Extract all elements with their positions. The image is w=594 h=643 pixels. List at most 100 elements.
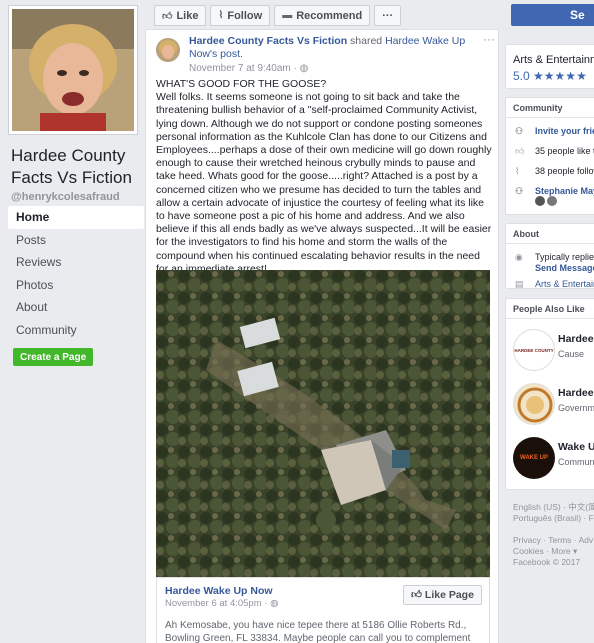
nav-item-reviews[interactable]: Reviews — [8, 251, 144, 274]
page-handle[interactable]: @henrykcolesafraud — [11, 191, 120, 203]
post-author-avatar[interactable] — [156, 38, 180, 62]
suggested-page-thumb[interactable]: WAKE UP — [513, 437, 555, 479]
send-message-link[interactable]: Send Message — [506, 263, 594, 274]
shared-post-attachment[interactable]: Hardee Wake Up Now November 6 at 4:05pm … — [156, 577, 490, 643]
more-button[interactable]: ··· — [374, 5, 402, 26]
thumbs-up-icon: 👍︎ — [162, 10, 173, 22]
globe-icon: ◍ — [270, 598, 279, 609]
left-column: Hardee County Facts Vs Fiction @henrykco… — [0, 0, 146, 643]
like-page-label: Like Page — [424, 589, 474, 601]
community-title[interactable]: Community — [506, 98, 594, 118]
friend-avatars — [535, 196, 557, 206]
county-seal-icon — [517, 387, 553, 423]
nav-item-home[interactable]: Home — [8, 206, 144, 229]
community-card: Community ⚇ Invite your friends 👍︎ 35 pe… — [505, 97, 594, 215]
rating-score: 5.0 — [513, 69, 530, 83]
post-time-text: November 7 at 9:40am · — [189, 63, 300, 74]
rating-value[interactable]: 5.0 ★★★★★ — [513, 69, 587, 83]
page-action-bar: 👍︎ Like ⌇ Follow ▬ Recommend ··· — [154, 5, 402, 27]
suggested-page-thumb[interactable] — [513, 383, 555, 425]
about-category-text: Arts & Entertainment — [535, 279, 594, 289]
shared-time-text: November 6 at 4:05pm · — [165, 598, 271, 609]
follows-count-text: 38 people follow this — [535, 166, 594, 176]
nav-item-community[interactable]: Community — [8, 319, 144, 342]
post-title: WHAT'S GOOD FOR THE GOOSE? — [156, 78, 327, 90]
suggested-page-category: Community — [558, 457, 594, 467]
globe-icon: ◍ — [299, 63, 309, 74]
thumbs-up-icon: 👍︎ — [515, 146, 525, 156]
rating-card: Arts & Entertainment 5.0 ★★★★★ — [505, 44, 594, 89]
shared-post-text: Ah Kemosabe, you have nice tepee there a… — [165, 620, 471, 643]
shared-post-timestamp[interactable]: November 6 at 4:05pm · ◍ — [165, 598, 278, 609]
invite-friends-link[interactable]: ⚇ Invite your friends — [506, 126, 594, 137]
comment-icon: ▬ — [282, 10, 293, 21]
more-label: ··· — [382, 9, 394, 22]
like-label: Like — [176, 9, 199, 22]
post-options-menu[interactable]: ··· — [483, 32, 495, 46]
post-author-link[interactable]: Hardee County Facts Vs Fiction — [189, 35, 347, 47]
shared-object-link[interactable]: post. — [217, 48, 243, 60]
nav-item-posts[interactable]: Posts — [8, 229, 144, 252]
suggested-page[interactable]: Hardee C Government — [506, 379, 594, 433]
likes-count-row: 👍︎ 35 people like this — [506, 146, 594, 157]
friend-avatar[interactable] — [547, 196, 557, 206]
invite-friends-text: Invite your friends — [535, 126, 594, 136]
follow-label: Follow — [227, 9, 263, 22]
nav-item-about[interactable]: About — [8, 296, 144, 319]
aerial-photo[interactable] — [156, 270, 490, 577]
like-button[interactable]: 👍︎ Like — [154, 5, 207, 26]
post-header: Hardee County Facts Vs Fiction shared Ha… — [189, 35, 469, 61]
left-nav: Home Posts Reviews Photos About Communit… — [8, 206, 144, 341]
post-card: Hardee County Facts Vs Fiction shared Ha… — [145, 29, 499, 643]
post-body: WHAT'S GOOD FOR THE GOOSE? Well folks. I… — [156, 78, 494, 276]
suggested-page-name[interactable]: Hardee C — [558, 333, 594, 345]
recommend-label: Recommend — [296, 9, 363, 22]
thumbs-up-icon: 👍︎ — [411, 589, 422, 601]
friend-avatar[interactable] — [535, 196, 545, 206]
people-also-like-title: People Also Like — [506, 299, 594, 319]
store-icon: ▤ — [515, 279, 524, 289]
shared-word: shared — [347, 35, 386, 47]
suggested-page-category: Government — [558, 403, 594, 413]
aerial-photo-illustration — [156, 270, 490, 577]
shared-page-name[interactable]: Hardee Wake Up Now — [165, 585, 273, 597]
recommend-button[interactable]: ▬ Recommend — [274, 5, 371, 26]
suggested-page-thumb[interactable]: HARDEE COUNTY — [513, 329, 555, 371]
rss-icon: ⌇ — [515, 166, 520, 176]
people-icon: ⚇ — [515, 186, 524, 196]
language-links-1[interactable]: English (US) · 中文(简 — [513, 502, 594, 513]
star-icons: ★★★★★ — [533, 69, 587, 83]
like-page-button[interactable]: 👍︎ Like Page — [403, 585, 482, 605]
follow-button[interactable]: ⌇ Follow — [210, 5, 271, 26]
thumb-label: WAKE UP — [519, 455, 548, 461]
post-timestamp[interactable]: November 7 at 9:40am · ◍ — [189, 63, 308, 74]
suggested-page-category: Cause — [558, 349, 585, 359]
profile-picture[interactable] — [9, 6, 137, 134]
post-body-text: Well folks. It seems someone is not goin… — [156, 91, 495, 275]
about-title[interactable]: About — [506, 224, 594, 244]
suggested-page-name[interactable]: Wake Up — [558, 441, 594, 453]
copyright: Facebook © 2017 — [513, 557, 581, 567]
friend-name: Stephanie May — [535, 186, 594, 196]
follows-count-row: ⌇ 38 people follow this — [506, 166, 594, 177]
nav-item-photos[interactable]: Photos — [8, 274, 144, 297]
language-links-2[interactable]: Português (Brasil) · F — [513, 513, 594, 524]
footer-links-2[interactable]: Cookies · More ▾ — [513, 546, 594, 557]
thumb-label: HARDEE COUNTY — [514, 347, 554, 353]
suggested-page[interactable]: HARDEE COUNTY Hardee C Cause — [506, 325, 594, 379]
suggested-page-name[interactable]: Hardee C — [558, 387, 594, 399]
suggested-page[interactable]: WAKE UP Wake Up Community — [506, 433, 594, 487]
messenger-icon: ◉ — [515, 252, 523, 262]
footer: English (US) · 中文(简 Português (Brasil) ·… — [513, 502, 594, 568]
people-icon: ⚇ — [515, 126, 524, 136]
avatar-illustration — [156, 38, 180, 62]
about-category-row[interactable]: ▤ Arts & Entertainment — [506, 279, 594, 289]
about-card: About ◉ Typically replies Send Message ▤… — [505, 223, 594, 289]
send-message-button[interactable]: Se — [511, 4, 594, 26]
reply-time-row: ◉ Typically replies — [506, 252, 594, 263]
page-name[interactable]: Hardee County Facts Vs Fiction — [11, 145, 141, 189]
create-page-button[interactable]: Create a Page — [13, 348, 94, 366]
footer-links-1[interactable]: Privacy · Terms · Adv — [513, 535, 594, 546]
replies-text: Typically replies — [535, 252, 594, 262]
rating-category[interactable]: Arts & Entertainment — [513, 54, 594, 66]
